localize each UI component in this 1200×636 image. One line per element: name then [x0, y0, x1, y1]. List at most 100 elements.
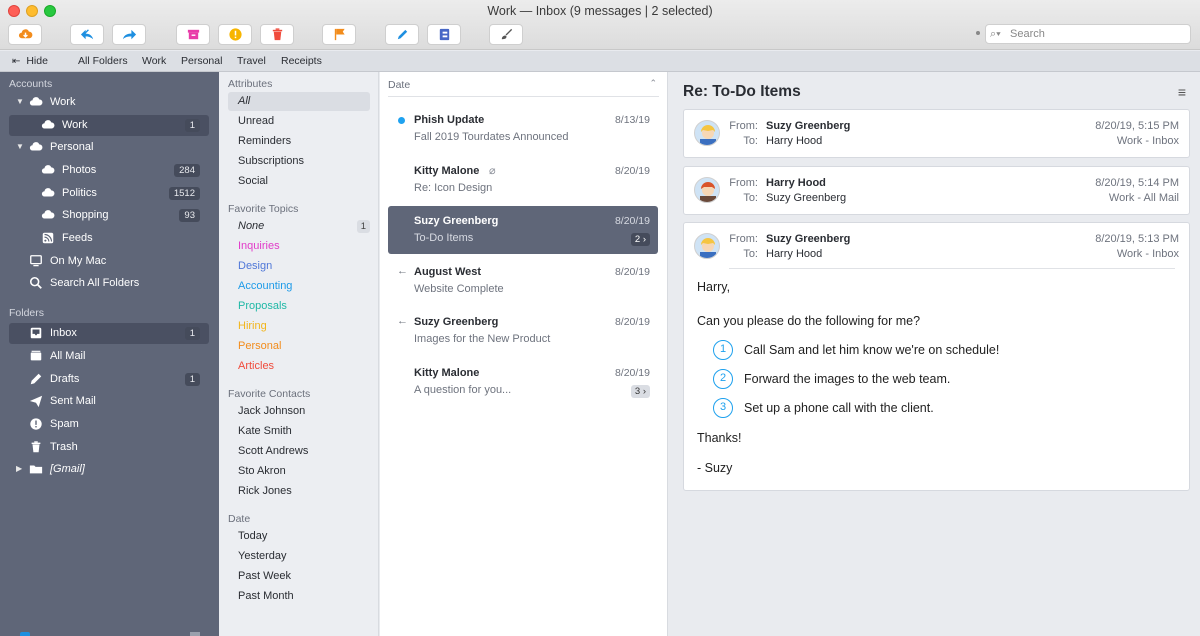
- favorite-travel[interactable]: Travel: [237, 55, 266, 67]
- message-card[interactable]: From: Harry Hood To: Suzy Greenberg 8/20…: [683, 166, 1190, 215]
- spam-button[interactable]: [218, 24, 252, 45]
- unread-count-badge: 1: [184, 327, 200, 340]
- sidebar-item-work-inbox[interactable]: Work 1: [9, 115, 209, 136]
- avatar: [694, 177, 720, 203]
- date-past-month[interactable]: Past Month: [228, 587, 370, 606]
- chevron-right-icon: ›: [642, 234, 646, 245]
- reply-all-icon: [80, 29, 93, 40]
- message-row[interactable]: Kitty Malone 8/20/19 A question for you.…: [388, 358, 658, 406]
- contact-kate-smith[interactable]: Kate Smith: [228, 422, 370, 441]
- sort-by-date-header[interactable]: Date: [388, 79, 410, 91]
- count-badge: 1: [184, 373, 200, 386]
- flag-button[interactable]: [322, 24, 356, 45]
- attribute-unread[interactable]: Unread: [228, 112, 370, 131]
- address-book-button[interactable]: [427, 24, 461, 45]
- search-dot-icon: [976, 31, 980, 35]
- thread-count-badge[interactable]: 2 ›: [630, 233, 650, 246]
- sidebar-item-search-all-folders[interactable]: Search All Folders: [9, 273, 209, 294]
- thread-count-badge[interactable]: 3 ›: [630, 385, 650, 398]
- sidebar-item-shopping[interactable]: Shopping 93: [9, 205, 209, 226]
- unread-dot-icon: [398, 117, 405, 124]
- sidebar-item-on-my-mac[interactable]: On My Mac: [9, 251, 209, 272]
- topic-hiring[interactable]: Hiring: [228, 317, 370, 336]
- sidebar-item-trash[interactable]: Trash: [9, 437, 209, 458]
- disclosure-triangle-icon[interactable]: ▶: [16, 464, 22, 473]
- sidebar-item-spam[interactable]: Spam: [9, 414, 209, 435]
- cloud-icon: [41, 210, 55, 219]
- sender-name[interactable]: Suzy Greenberg: [766, 120, 850, 132]
- topic-none[interactable]: None 1: [228, 217, 370, 236]
- message-row[interactable]: Phish Update 8/13/19 Fall 2019 Tourdates…: [388, 105, 658, 153]
- attribute-reminders[interactable]: Reminders: [228, 132, 370, 151]
- title-bar: Work — Inbox (9 messages | 2 selected) ⌕…: [0, 0, 1200, 50]
- recipient-name[interactable]: Harry Hood: [766, 135, 822, 147]
- contact-rick-jones[interactable]: Rick Jones: [228, 482, 370, 501]
- topic-articles[interactable]: Articles: [228, 357, 370, 376]
- numbered-list-marker: 1: [713, 340, 733, 360]
- topic-inquiries[interactable]: Inquiries: [228, 237, 370, 256]
- sender-name[interactable]: Harry Hood: [766, 177, 826, 189]
- favorite-work[interactable]: Work: [142, 55, 166, 67]
- folders-header: Folders: [9, 307, 45, 319]
- sidebar-item-sent-mail[interactable]: Sent Mail: [9, 391, 209, 412]
- search-input[interactable]: ⌕▾ Search: [985, 24, 1191, 44]
- numbered-list-marker: 3: [713, 398, 733, 418]
- topic-personal[interactable]: Personal: [228, 337, 370, 356]
- disclosure-triangle-icon[interactable]: ▼: [16, 97, 24, 106]
- attribute-all[interactable]: All: [228, 92, 370, 111]
- sidebar-account-work[interactable]: ▼ Work: [9, 92, 209, 113]
- brush-button[interactable]: [489, 24, 523, 45]
- sidebar-item-feeds[interactable]: Feeds: [9, 228, 209, 249]
- favorite-receipts[interactable]: Receipts: [281, 55, 322, 67]
- date-past-week[interactable]: Past Week: [228, 567, 370, 586]
- message-thanks: Thanks!: [697, 431, 742, 445]
- contact-scott-andrews[interactable]: Scott Andrews: [228, 442, 370, 461]
- accounts-header: Accounts: [9, 78, 53, 90]
- sidebar-item-politics[interactable]: Politics 1512: [9, 183, 209, 204]
- new-folder-icon[interactable]: [190, 632, 200, 636]
- trash-icon: [31, 441, 41, 453]
- message-row[interactable]: Kitty Malone ⌀ 8/20/19 Re: Icon Design: [388, 156, 658, 204]
- sidebar-item-inbox[interactable]: Inbox 1: [9, 323, 209, 344]
- sender-name[interactable]: Suzy Greenberg: [766, 233, 850, 245]
- message-card[interactable]: From: Suzy Greenberg To: Harry Hood 8/20…: [683, 109, 1190, 158]
- contact-jack-johnson[interactable]: Jack Johnson: [228, 402, 370, 421]
- attribute-subscriptions[interactable]: Subscriptions: [228, 152, 370, 171]
- hide-sidebar-button[interactable]: ⇤ Hide: [12, 55, 48, 67]
- archive-button[interactable]: [176, 24, 210, 45]
- disclosure-triangle-icon[interactable]: ▼: [16, 142, 24, 151]
- topic-accounting[interactable]: Accounting: [228, 277, 370, 296]
- sidebar-account-personal[interactable]: ▼ Personal: [9, 137, 209, 158]
- attribute-social[interactable]: Social: [228, 172, 370, 191]
- date-today[interactable]: Today: [228, 527, 370, 546]
- sidebar-item-gmail[interactable]: ▶ [Gmail]: [9, 459, 209, 480]
- compose-button[interactable]: [385, 24, 419, 45]
- sidebar: Accounts ▼ Work Work 1 ▼ Personal Photos…: [0, 72, 219, 636]
- get-mail-button[interactable]: [8, 24, 42, 45]
- forward-button[interactable]: [112, 24, 146, 45]
- recipient-name[interactable]: Suzy Greenberg: [766, 192, 846, 204]
- favorite-personal[interactable]: Personal: [181, 55, 222, 67]
- date-yesterday[interactable]: Yesterday: [228, 547, 370, 566]
- message-row[interactable]: ← August West 8/20/19 Website Complete: [388, 257, 658, 305]
- sort-direction-icon[interactable]: ⌃: [649, 78, 657, 89]
- contact-sto-akron[interactable]: Sto Akron: [228, 462, 370, 481]
- reply-all-button[interactable]: [70, 24, 104, 45]
- message-row-selected[interactable]: Suzy Greenberg 8/20/19 To-Do Items 2 ›: [388, 206, 658, 254]
- sidebar-item-all-mail[interactable]: All Mail: [9, 346, 209, 367]
- topic-proposals[interactable]: Proposals: [228, 297, 370, 316]
- recipient-name[interactable]: Harry Hood: [766, 248, 822, 260]
- twitter-icon[interactable]: [20, 632, 30, 636]
- pencil-icon: [30, 373, 42, 385]
- message-row[interactable]: ← Suzy Greenberg 8/20/19 Images for the …: [388, 307, 658, 355]
- message-card-expanded[interactable]: From: Suzy Greenberg To: Harry Hood 8/20…: [683, 222, 1190, 491]
- favorites-bar: ⇤ Hide All Folders Work Personal Travel …: [0, 51, 1200, 72]
- sidebar-item-photos[interactable]: Photos 284: [9, 160, 209, 181]
- sidebar-item-drafts[interactable]: Drafts 1: [9, 369, 209, 390]
- hamburger-menu-icon[interactable]: ≡: [1178, 84, 1186, 100]
- flag-icon: [334, 28, 345, 41]
- trash-button[interactable]: [260, 24, 294, 45]
- favorite-all-folders[interactable]: All Folders: [78, 55, 128, 67]
- topic-design[interactable]: Design: [228, 257, 370, 276]
- paper-plane-icon: [29, 395, 43, 408]
